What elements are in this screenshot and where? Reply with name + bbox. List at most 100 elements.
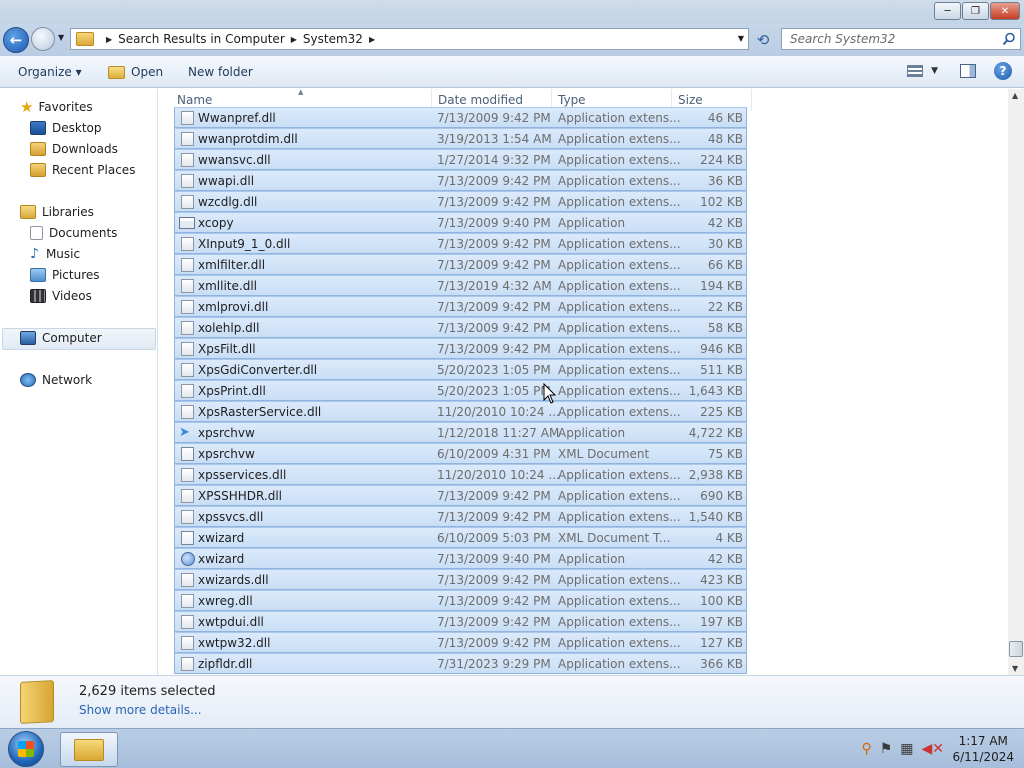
scroll-down-icon[interactable]: ▼	[1012, 664, 1018, 673]
file-type: Application extens...	[558, 635, 681, 650]
file-row[interactable]: xwtpdui.dll 7/13/2009 9:42 PM Application …	[174, 611, 747, 632]
file-type: Application	[558, 551, 626, 566]
action-center-flag-icon[interactable]: ⚑	[880, 741, 893, 757]
file-row[interactable]: xwizard 6/10/2009 5:03 PM XML Document T..…	[174, 527, 747, 548]
nav-pictures[interactable]: Pictures	[30, 265, 100, 285]
file-row[interactable]: XPSSHHDR.dll 7/13/2009 9:42 PM Application…	[174, 485, 747, 506]
maximize-button[interactable]: ❐	[962, 2, 989, 20]
file-row[interactable]: xmllite.dll 7/13/2019 4:32 AM Application …	[174, 275, 747, 296]
nav-documents-label: Documents	[49, 226, 118, 240]
nav-music[interactable]: ♪ Music	[30, 244, 80, 264]
close-button[interactable]: ✕	[990, 2, 1020, 20]
file-row[interactable]: xwreg.dll 7/13/2009 9:42 PM Application ex…	[174, 590, 747, 611]
file-row[interactable]: zipfldr.dll 7/31/2023 9:29 PM Application …	[174, 653, 747, 674]
music-icon: ♪	[30, 246, 39, 262]
file-row[interactable]: xpssvcs.dll 7/13/2009 9:42 PM Application …	[174, 506, 747, 527]
open-button[interactable]: Open	[100, 60, 171, 84]
search-box[interactable]	[781, 28, 1021, 50]
nav-videos[interactable]: Videos	[30, 286, 92, 306]
new-folder-button[interactable]: New folder	[180, 60, 261, 84]
nav-recent-places[interactable]: Recent Places	[30, 160, 135, 180]
preview-pane-icon[interactable]	[960, 64, 976, 78]
scroll-up-icon[interactable]: ▲	[1012, 91, 1018, 100]
nav-downloads[interactable]: Downloads	[30, 139, 118, 159]
file-name: XpsGdiConverter.dll	[198, 362, 318, 377]
breadcrumb-arrow-icon[interactable]: ▶	[291, 35, 297, 44]
nav-documents[interactable]: Documents	[30, 223, 117, 243]
file-row[interactable]: ➤ xpsrchvw 1/12/2018 11:27 AM Application 4,…	[174, 422, 747, 443]
dll-file-icon	[181, 194, 194, 209]
taskbar-explorer-button[interactable]	[60, 732, 118, 767]
vertical-scrollbar[interactable]: ▲ ▼	[1008, 89, 1024, 675]
file-size: 1,643 KB	[688, 383, 743, 398]
search-icon[interactable]	[1002, 32, 1016, 46]
file-size: 194 KB	[700, 278, 743, 293]
recent-pages-dropdown[interactable]: ▼	[58, 33, 64, 42]
breadcrumb-arrow-icon[interactable]: ▶	[369, 35, 375, 44]
file-row[interactable]: Wwanpref.dll 7/13/2009 9:42 PM Application…	[174, 107, 747, 128]
file-name: XpsFilt.dll	[198, 341, 256, 356]
file-name: xpsrchvw	[198, 425, 255, 440]
breadcrumb-search-results[interactable]: Search Results in Computer	[118, 32, 285, 46]
nav-libraries-label: Libraries	[42, 205, 94, 219]
file-type: Application extens...	[558, 383, 681, 398]
breadcrumb-arrow-icon[interactable]: ▶	[106, 35, 112, 44]
file-row[interactable]: xmlprovi.dll 7/13/2009 9:42 PM Application…	[174, 296, 747, 317]
minimize-button[interactable]: ─	[934, 2, 961, 20]
address-bar[interactable]: ▶ Search Results in Computer ▶ System32 …	[70, 28, 749, 50]
file-row[interactable]: xwizards.dll 7/13/2009 9:42 PM Application…	[174, 569, 747, 590]
network-tray-icon[interactable]: ▦	[900, 741, 913, 757]
start-button[interactable]	[8, 731, 44, 767]
file-row[interactable]: XInput9_1_0.dll 7/13/2009 9:42 PM Applicat…	[174, 233, 747, 254]
file-row[interactable]: XpsFilt.dll 7/13/2009 9:42 PM Application …	[174, 338, 747, 359]
scroll-thumb[interactable]	[1009, 641, 1023, 657]
file-row[interactable]: xpsrchvw 6/10/2009 4:31 PM XML Document 75 …	[174, 443, 747, 464]
file-row[interactable]: xwtpw32.dll 7/13/2009 9:42 PM Application …	[174, 632, 747, 653]
forward-button[interactable]	[31, 27, 55, 51]
file-row[interactable]: xmlfilter.dll 7/13/2009 9:42 PM Applicatio…	[174, 254, 747, 275]
file-name: XpsPrint.dll	[198, 383, 266, 398]
nav-downloads-label: Downloads	[52, 142, 118, 156]
nav-favorites[interactable]: ★ Favorites	[20, 97, 93, 117]
file-date-modified: 7/13/2009 9:40 PM	[437, 551, 551, 566]
refresh-icon[interactable]: ⟲	[752, 29, 774, 51]
file-date-modified: 1/27/2014 9:32 PM	[437, 152, 551, 167]
file-row[interactable]: XpsRasterService.dll 11/20/2010 10:24 ...…	[174, 401, 747, 422]
nav-computer[interactable]: Computer	[20, 328, 102, 348]
clock[interactable]: 1:17 AM 6/11/2024	[952, 733, 1014, 765]
organize-button[interactable]: Organize ▾	[10, 60, 90, 84]
breadcrumb-system32[interactable]: System32	[303, 32, 363, 46]
file-row[interactable]: xpsservices.dll 11/20/2010 10:24 ... Appli…	[174, 464, 747, 485]
file-date-modified: 6/10/2009 4:31 PM	[437, 446, 551, 461]
file-row[interactable]: wzcdlg.dll 7/13/2009 9:42 PM Application e…	[174, 191, 747, 212]
volume-muted-icon[interactable]: ◀✕	[922, 741, 945, 757]
back-button[interactable]: ←	[3, 27, 29, 53]
nav-libraries[interactable]: Libraries	[20, 202, 94, 222]
file-row[interactable]: xwizard 7/13/2009 9:40 PM Application 42 KB	[174, 548, 747, 569]
file-row[interactable]: XpsGdiConverter.dll 5/20/2023 1:05 PM Appl…	[174, 359, 747, 380]
file-row[interactable]: XpsPrint.dll 5/20/2023 1:05 PM Application…	[174, 380, 747, 401]
file-date-modified: 7/13/2009 9:42 PM	[437, 593, 551, 608]
file-type: Application extens...	[558, 572, 681, 587]
file-row[interactable]: wwapi.dll 7/13/2009 9:42 PM Application ex…	[174, 170, 747, 191]
address-dropdown-icon[interactable]: ▼	[738, 34, 744, 43]
nav-network[interactable]: Network	[20, 370, 92, 390]
file-row[interactable]: wwansvc.dll 1/27/2014 9:32 PM Application …	[174, 149, 747, 170]
file-row[interactable]: xolehlp.dll 7/13/2009 9:42 PM Application …	[174, 317, 747, 338]
change-view-icon[interactable]	[907, 65, 924, 77]
dll-file-icon	[181, 488, 194, 503]
file-row[interactable]: xcopy 7/13/2009 9:40 PM Application 42 KB	[174, 212, 747, 233]
view-dropdown-icon[interactable]: ▼	[931, 66, 938, 76]
file-size: 22 KB	[707, 299, 743, 314]
file-date-modified: 7/13/2009 9:42 PM	[437, 509, 551, 524]
file-name: xwreg.dll	[198, 593, 253, 608]
search-input[interactable]	[790, 32, 990, 46]
file-row[interactable]: wwanprotdim.dll 3/19/2013 1:54 AM Applicat…	[174, 128, 747, 149]
file-type: Application extens...	[558, 299, 681, 314]
multiple-files-icon	[20, 680, 54, 724]
xml-document-icon	[181, 446, 194, 461]
show-more-details-link[interactable]: Show more details...	[79, 703, 202, 717]
nav-desktop[interactable]: Desktop	[30, 118, 102, 138]
search-tray-icon[interactable]: ⚲	[861, 741, 871, 757]
help-icon[interactable]: ?	[994, 62, 1012, 80]
